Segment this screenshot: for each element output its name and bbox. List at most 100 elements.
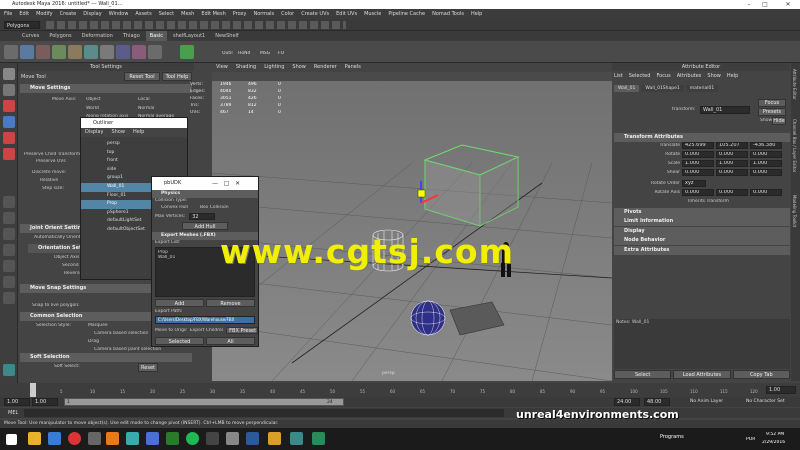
ae-menu-attributes[interactable]: Attributes: [677, 72, 702, 81]
ae-section[interactable]: Pivots: [614, 207, 790, 217]
attr-field[interactable]: 0.000: [716, 151, 748, 158]
app-icon[interactable]: [312, 432, 325, 445]
shelf-tab-newshelf[interactable]: NewShelf: [211, 31, 242, 41]
menu-item-color[interactable]: Color: [281, 9, 294, 19]
anim-layer-dropdown[interactable]: No Anim Layer: [690, 398, 723, 406]
transform-attributes-section[interactable]: Transform Attributes: [614, 133, 790, 142]
shelf-icon[interactable]: [180, 45, 194, 59]
export-children-checkbox[interactable]: Export Children: [190, 328, 223, 333]
menu-item-muscle[interactable]: Muscle: [364, 9, 381, 19]
app-icon[interactable]: [226, 432, 239, 445]
mel-label[interactable]: MEL: [8, 408, 18, 418]
menu-item-window[interactable]: Window: [109, 9, 129, 19]
clock-date[interactable]: 2/29/2016: [762, 440, 785, 445]
shelf-tab-curves[interactable]: Curves: [18, 31, 43, 41]
menu-item-modify[interactable]: Modify: [36, 9, 53, 19]
shelf-tab-shelflayout1[interactable]: shelfLayout1: [169, 31, 209, 41]
rotate-order-dropdown[interactable]: xyz: [682, 180, 706, 187]
current-frame-field[interactable]: 1.00: [766, 386, 796, 394]
shelf-icon[interactable]: [36, 45, 50, 59]
drag-radio[interactable]: Drag: [88, 339, 99, 344]
outliner-menu-display[interactable]: Display: [85, 128, 103, 137]
explorer-icon[interactable]: [28, 432, 41, 445]
outliner-item[interactable]: top: [81, 149, 187, 158]
focus-button[interactable]: Focus: [758, 99, 786, 107]
viewport-menu-panels[interactable]: Panels: [345, 63, 361, 72]
ae-tab[interactable]: material01: [685, 85, 719, 92]
programs-label[interactable]: Programs: [660, 434, 684, 440]
lasso-tool-icon[interactable]: [3, 84, 15, 96]
outliner-item[interactable]: side: [81, 166, 187, 175]
shelf-tab-thiago[interactable]: Thiago: [119, 31, 144, 41]
playback-end-field[interactable]: 24.00: [614, 398, 640, 406]
maya-icon[interactable]: [290, 432, 303, 445]
app-icon[interactable]: [206, 432, 219, 445]
rotate-tool-icon[interactable]: [3, 116, 15, 128]
add-hull-button[interactable]: Add Hull: [182, 222, 228, 230]
shelf-icon[interactable]: [116, 45, 130, 59]
attr-field[interactable]: 0.000: [716, 169, 748, 176]
hide-button[interactable]: Hide: [772, 117, 786, 125]
shelf-label[interactable]: FO: [278, 51, 284, 56]
start-icon[interactable]: [6, 434, 17, 445]
viewport-menu-view[interactable]: View: [216, 63, 228, 72]
shelf-tab-polygons[interactable]: Polygons: [45, 31, 75, 41]
layout-icon[interactable]: [3, 244, 15, 256]
attr-field[interactable]: 1.000: [716, 160, 748, 167]
shelf-icon[interactable]: [196, 45, 210, 59]
ae-tab[interactable]: Wall_01: [614, 85, 640, 92]
shelf-icon[interactable]: [100, 45, 114, 59]
remove-button[interactable]: Remove: [206, 299, 255, 307]
side-tab-modeling-toolkit[interactable]: Modeling Toolkit: [792, 195, 797, 227]
shelf-tab-deformation[interactable]: Deformation: [78, 31, 117, 41]
attr-field[interactable]: 0.000: [682, 169, 714, 176]
layout-icon[interactable]: [3, 196, 15, 208]
photoshop-icon[interactable]: [246, 432, 259, 445]
app-icon[interactable]: [88, 432, 101, 445]
max-vertices-field[interactable]: 32: [189, 212, 216, 220]
menu-item-display[interactable]: Display: [83, 9, 101, 19]
viewport-menu-shading[interactable]: Shading: [236, 63, 256, 72]
inherits-transform-checkbox[interactable]: Inherits Transform: [688, 199, 729, 204]
fbx-preset-button[interactable]: FBX Preset: [226, 326, 258, 334]
mode-dropdown[interactable]: Polygons: [4, 21, 40, 29]
ae-section[interactable]: Limit Information: [614, 217, 790, 227]
viewport-menu-lighting[interactable]: Lighting: [264, 63, 284, 72]
menu-item-edit-uvs[interactable]: Edit UVs: [336, 9, 357, 19]
move-settings-section[interactable]: Move Settings: [20, 84, 192, 93]
menu-item-normals[interactable]: Normals: [253, 9, 274, 19]
ae-menu-show[interactable]: Show: [707, 72, 721, 81]
ae-select-button[interactable]: Select: [614, 370, 672, 379]
soft-reset-button[interactable]: Reset: [138, 363, 158, 372]
layout-icon[interactable]: [3, 260, 15, 272]
orientation-settings-section[interactable]: Orientation Settings: [28, 244, 80, 253]
menu-item-mesh[interactable]: Mesh: [181, 9, 194, 19]
object-radio[interactable]: Object: [86, 97, 101, 102]
end-time-field[interactable]: 48.00: [644, 398, 670, 406]
start-time-field[interactable]: 1.00: [4, 398, 30, 406]
camera-based-paint-checkbox[interactable]: Camera based paint selection: [94, 347, 161, 352]
load-attributes-button[interactable]: Load Attributes: [673, 370, 731, 379]
ae-menu-help[interactable]: Help: [727, 72, 738, 81]
attr-field[interactable]: 1.000: [682, 160, 714, 167]
shelf-label[interactable]: MSG: [260, 51, 270, 56]
outliner-item[interactable]: front: [81, 157, 187, 166]
presets-button[interactable]: Presets: [758, 108, 786, 116]
side-tab-attribute-editor[interactable]: Attribute Editor: [792, 69, 797, 100]
scale-tool-icon[interactable]: [3, 132, 15, 144]
character-set-dropdown[interactable]: No Character Set: [746, 398, 785, 406]
viewport-menu-renderer[interactable]: Renderer: [314, 63, 337, 72]
shelf-icon[interactable]: [68, 45, 82, 59]
shelf-icon[interactable]: [52, 45, 66, 59]
manipulator-tool-icon[interactable]: [3, 148, 15, 160]
menu-item-pipeline-cache[interactable]: Pipeline Cache: [388, 9, 425, 19]
attr-field[interactable]: -436.380: [750, 142, 782, 149]
attr-field[interactable]: 0.000: [750, 169, 782, 176]
marquee-radio[interactable]: Marquee: [88, 323, 108, 328]
notes-area[interactable]: Notes: Wall_01: [614, 319, 790, 369]
transform-name-field[interactable]: Wall_01: [700, 106, 750, 114]
export-path-field[interactable]: C:/Users/Desktop/FBX/Warehouse/FBX: [155, 316, 255, 324]
menu-item-file[interactable]: File: [4, 9, 12, 19]
select-tool-icon[interactable]: [3, 68, 15, 80]
menu-item-edit[interactable]: Edit: [19, 9, 29, 19]
